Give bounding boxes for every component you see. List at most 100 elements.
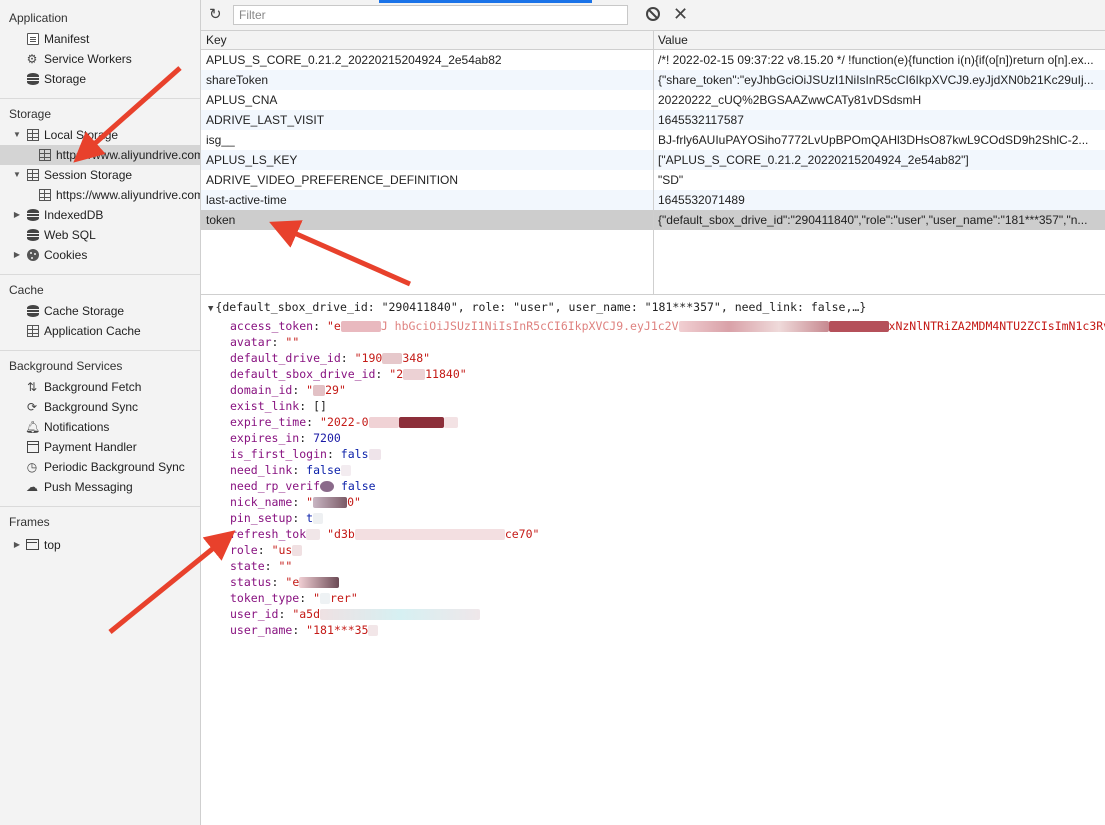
collapse-triangle-icon[interactable]: ▶ (12, 245, 22, 265)
prop-exist-link: exist_link: [] (230, 399, 327, 413)
prop-need-link: need_link: false (230, 462, 351, 478)
row-key: APLUS_S_CORE_0.21.2_20220215204924_2e54a… (206, 53, 502, 67)
sidebar-item-indexeddb[interactable]: ▶ IndexedDB (0, 205, 200, 225)
table-icon (39, 189, 51, 201)
prop-status: status: "e (230, 574, 340, 590)
table-icon (27, 129, 39, 141)
row-key: APLUS_CNA (206, 93, 278, 107)
row-key: ADRIVE_LAST_VISIT (206, 113, 325, 127)
sidebar-item-session-storage[interactable]: ▼ Session Storage (0, 165, 200, 185)
expand-triangle-icon[interactable]: ▼ (12, 165, 22, 185)
column-header-value[interactable]: Value (653, 31, 688, 50)
sidebar-item-push-messaging[interactable]: ☁ Push Messaging (0, 477, 200, 497)
row-value: "SD" (658, 173, 684, 187)
summary-text: {default_sbox_drive_id: "290411840", rol… (215, 300, 867, 314)
database-icon (27, 229, 39, 241)
sidebar-item-background-sync[interactable]: ⟳ Background Sync (0, 397, 200, 417)
storage-toolbar: ↻ ✕ (201, 0, 1105, 31)
gear-icon: ⚙ (26, 52, 38, 66)
sidebar-item-session-origin[interactable]: https://www.aliyundrive.com (0, 185, 200, 205)
prop-user-id: user_id: "a5d (230, 606, 481, 622)
sidebar-item-local-origin[interactable]: https://www.aliyundrive.com (0, 145, 200, 165)
divider (0, 506, 200, 507)
bell-icon: 🔔︎ (25, 420, 41, 434)
row-value: 1645532117587 (658, 113, 744, 127)
sidebar-item-manifest[interactable]: Manifest (0, 29, 200, 49)
row-value: BJ-frly6AUIuPAYOSiho7772LvUpBPOmQAHl3DHs… (658, 133, 1089, 147)
sidebar: Application Manifest ⚙ Service Workers S… (0, 0, 201, 825)
row-key: last-active-time (206, 193, 287, 207)
prop-expires-in: expires_in: 7200 (230, 431, 341, 445)
expand-triangle-icon[interactable]: ▼ (208, 304, 213, 314)
row-value: 20220222_cUQ%2BGSAAZwwCATy81vDSdsmH (658, 93, 922, 107)
sidebar-item-websql[interactable]: Web SQL (0, 225, 200, 245)
prop-default-drive-id: default_drive_id: "190 348" (230, 351, 431, 365)
column-divider[interactable] (653, 31, 654, 294)
sidebar-item-label: Push Messaging (44, 480, 133, 494)
sidebar-item-label: Cache Storage (44, 304, 125, 318)
collapse-triangle-icon[interactable]: ▶ (12, 205, 22, 225)
divider (0, 98, 200, 99)
clock-icon: ◷ (26, 460, 38, 474)
table-icon (27, 325, 39, 337)
sidebar-item-cookies[interactable]: ▶ Cookies (0, 245, 200, 265)
section-title-frames: Frames (9, 515, 50, 529)
prop-role: role: "us (230, 542, 303, 558)
sidebar-item-label: IndexedDB (44, 208, 104, 222)
sidebar-item-application-cache[interactable]: Application Cache (0, 321, 200, 341)
frame-icon (26, 539, 39, 550)
divider (0, 350, 200, 351)
prop-pin-setup: pin_setup: t (230, 510, 324, 526)
sidebar-item-service-workers[interactable]: ⚙ Service Workers (0, 49, 200, 69)
sidebar-item-label: Background Fetch (44, 380, 142, 394)
sidebar-item-label: Local Storage (44, 128, 119, 142)
sidebar-item-label: top (44, 538, 61, 552)
sidebar-item-label: Session Storage (44, 168, 133, 182)
table-icon (27, 169, 39, 181)
expand-triangle-icon[interactable]: ▼ (12, 125, 22, 145)
divider (0, 274, 200, 275)
prop-default-sbox-drive-id: default_sbox_drive_id: "2 11840" (230, 367, 467, 381)
clear-all-icon[interactable] (646, 7, 660, 21)
database-icon (27, 73, 39, 85)
row-key: token (206, 213, 236, 227)
sidebar-item-periodic-background-sync[interactable]: ◷ Periodic Background Sync (0, 457, 200, 477)
database-icon (27, 305, 39, 317)
prop-access-token: access_token: "e J hbGciOiJSUzI1NiIsInR5c… (230, 319, 1105, 333)
sidebar-item-notifications[interactable]: 🔔︎ Notifications (0, 417, 200, 437)
sidebar-item-label: https://www.aliyundrive.com (56, 148, 201, 162)
object-summary[interactable]: ▼ {default_sbox_drive_id: "290411840", ro… (208, 300, 866, 314)
sidebar-item-label: Cookies (44, 248, 88, 262)
prop-need-rp-verify: need_rp_verif false (230, 479, 376, 493)
collapse-triangle-icon[interactable]: ▶ (12, 535, 22, 555)
sync-icon: ⟳ (26, 400, 38, 414)
prop-domain-id: domain_id: " 29" (230, 383, 346, 397)
sidebar-item-local-storage[interactable]: ▼ Local Storage (0, 125, 200, 145)
sidebar-item-label: Storage (44, 72, 87, 86)
table-icon (39, 149, 51, 161)
sidebar-item-label: https://www.aliyundrive.com (56, 188, 201, 202)
sidebar-item-storage[interactable]: Storage (0, 69, 200, 89)
cloud-icon: ☁ (26, 480, 38, 494)
database-icon (27, 209, 39, 221)
prop-user-name: user_name: "181***35 (230, 622, 379, 638)
section-title-background-services: Background Services (9, 359, 123, 373)
section-title-cache: Cache (9, 283, 44, 297)
sidebar-item-label: Service Workers (44, 52, 132, 66)
payment-card-icon (27, 441, 39, 453)
prop-is-first-login: is_first_login: fals (230, 446, 381, 462)
sidebar-item-label: Application Cache (44, 324, 141, 338)
sidebar-item-label: Periodic Background Sync (44, 460, 185, 474)
prop-avatar: avatar: "" (230, 335, 300, 349)
sidebar-item-payment-handler[interactable]: Payment Handler (0, 437, 200, 457)
filter-input[interactable] (233, 5, 628, 25)
sidebar-item-frame-top[interactable]: ▶ top (0, 535, 200, 555)
sidebar-item-cache-storage[interactable]: Cache Storage (0, 301, 200, 321)
delete-selected-icon[interactable]: ✕ (673, 4, 688, 24)
section-title-application: Application (9, 11, 68, 25)
column-header-key[interactable]: Key (201, 31, 227, 50)
refresh-icon[interactable]: ↻ (209, 6, 222, 24)
row-key: ADRIVE_VIDEO_PREFERENCE_DEFINITION (206, 173, 459, 187)
sidebar-item-background-fetch[interactable]: ⇅ Background Fetch (0, 377, 200, 397)
prop-expire-time: expire_time: "2022-0 (230, 414, 458, 430)
